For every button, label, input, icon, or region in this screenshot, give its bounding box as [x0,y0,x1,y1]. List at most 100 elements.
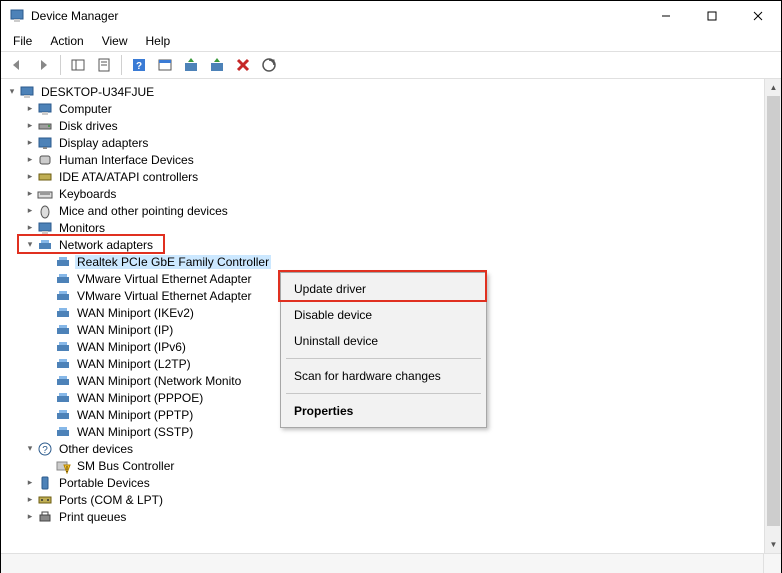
update-driver-button[interactable] [179,53,203,77]
tree-category-network-adapters[interactable]: ▾ Network adapters [1,236,764,253]
chevron-right-icon[interactable]: ▸ [23,476,37,490]
close-button[interactable] [735,1,781,31]
scroll-up-arrow[interactable]: ▲ [765,79,781,96]
ide-icon [37,169,53,185]
tree-category[interactable]: ▸Monitors [1,219,764,236]
tree-category[interactable]: ▸Disk drives [1,117,764,134]
statusbar [1,553,781,573]
chevron-right-icon[interactable]: ▸ [23,187,37,201]
menu-item-disable-device[interactable]: Disable device [284,302,483,328]
menu-view[interactable]: View [94,32,136,50]
tree-root-label: DESKTOP-U34FJUE [39,85,156,99]
window-controls [643,1,781,31]
menu-separator [286,358,481,359]
tree-category[interactable]: ▸ Computer [1,100,764,117]
chevron-right-icon[interactable]: ▸ [23,510,37,524]
device-label: WAN Miniport (SSTP) [75,425,195,439]
network-adapter-icon [55,339,71,355]
status-cell [1,554,764,573]
keyboard-icon [37,186,53,202]
scrollbar-thumb[interactable] [767,96,780,526]
back-button[interactable] [5,53,29,77]
category-label: Computer [57,102,114,116]
show-hide-console-tree-button[interactable] [66,53,90,77]
device-label: VMware Virtual Ethernet Adapter [75,272,254,286]
category-label: Display adapters [57,136,150,150]
chevron-right-icon[interactable]: ▸ [23,204,37,218]
device-label: WAN Miniport (IKEv2) [75,306,196,320]
scroll-down-arrow[interactable]: ▼ [765,536,781,553]
device-label: WAN Miniport (L2TP) [75,357,193,371]
hid-icon [37,152,53,168]
category-label: Mice and other pointing devices [57,204,230,218]
chevron-right-icon[interactable]: ▸ [23,221,37,235]
tree-root[interactable]: ▾ DESKTOP-U34FJUE [1,83,764,100]
tree-device[interactable]: Realtek PCIe GbE Family Controller [1,253,764,270]
chevron-right-icon[interactable]: ▸ [23,119,37,133]
device-label: VMware Virtual Ethernet Adapter [75,289,254,303]
menu-file[interactable]: File [5,32,40,50]
category-label: IDE ATA/ATAPI controllers [57,170,200,184]
forward-button[interactable] [31,53,55,77]
monitor-icon [37,101,53,117]
network-adapter-icon [55,356,71,372]
toolbar-separator [121,55,122,75]
tree-category[interactable]: ▸Human Interface Devices [1,151,764,168]
network-adapter-icon [55,254,71,270]
status-grip [764,554,781,573]
chevron-down-icon[interactable]: ▾ [23,238,37,252]
category-label: Network adapters [57,238,155,252]
tree-device[interactable]: ! SM Bus Controller [1,457,764,474]
menu-item-update-driver[interactable]: Update driver [284,276,483,302]
chevron-down-icon[interactable]: ▾ [5,85,19,99]
device-label: WAN Miniport (Network Monito [75,374,243,388]
action-button[interactable] [153,53,177,77]
chevron-down-icon[interactable]: ▾ [23,442,37,456]
titlebar: Device Manager [1,1,781,31]
scan-hardware-button[interactable] [257,53,281,77]
menu-item-properties[interactable]: Properties [284,398,483,424]
printer-icon [37,509,53,525]
chevron-right-icon[interactable]: ▸ [23,493,37,507]
chevron-right-icon[interactable]: ▸ [23,102,37,116]
tree-category[interactable]: ▸ Mice and other pointing devices [1,202,764,219]
menu-item-uninstall-device[interactable]: Uninstall device [284,328,483,354]
menu-item-scan-hardware[interactable]: Scan for hardware changes [284,363,483,389]
computer-icon [19,84,35,100]
tree-category[interactable]: ▸ Portable Devices [1,474,764,491]
network-adapter-icon [55,373,71,389]
category-label: Other devices [57,442,135,456]
port-icon [37,492,53,508]
uninstall-button[interactable] [231,53,255,77]
network-adapter-icon [37,237,53,253]
portable-icon [37,475,53,491]
tree-category[interactable]: ▸Keyboards [1,185,764,202]
menu-help[interactable]: Help [138,32,179,50]
device-label: WAN Miniport (PPTP) [75,408,195,422]
svg-text:?: ? [136,61,142,72]
app-icon [9,8,25,24]
disable-device-button[interactable] [205,53,229,77]
menu-separator [286,393,481,394]
network-adapter-icon [55,407,71,423]
toolbar-separator [60,55,61,75]
device-label: WAN Miniport (PPPOE) [75,391,205,405]
tree-category[interactable]: ▸Print queues [1,508,764,525]
vertical-scrollbar[interactable]: ▲ ▼ [764,79,781,553]
chevron-right-icon[interactable]: ▸ [23,170,37,184]
tree-category-other-devices[interactable]: ▾ ? Other devices [1,440,764,457]
maximize-button[interactable] [689,1,735,31]
chevron-right-icon[interactable]: ▸ [23,153,37,167]
chevron-right-icon[interactable]: ▸ [23,136,37,150]
device-label: WAN Miniport (IP) [75,323,175,337]
properties-button[interactable] [92,53,116,77]
device-label: SM Bus Controller [75,459,176,473]
network-adapter-icon [55,390,71,406]
category-label: Portable Devices [57,476,152,490]
tree-category[interactable]: ▸Ports (COM & LPT) [1,491,764,508]
help-button[interactable]: ? [127,53,151,77]
tree-category[interactable]: ▸ Display adapters [1,134,764,151]
tree-category[interactable]: ▸ IDE ATA/ATAPI controllers [1,168,764,185]
menu-action[interactable]: Action [42,32,91,50]
minimize-button[interactable] [643,1,689,31]
